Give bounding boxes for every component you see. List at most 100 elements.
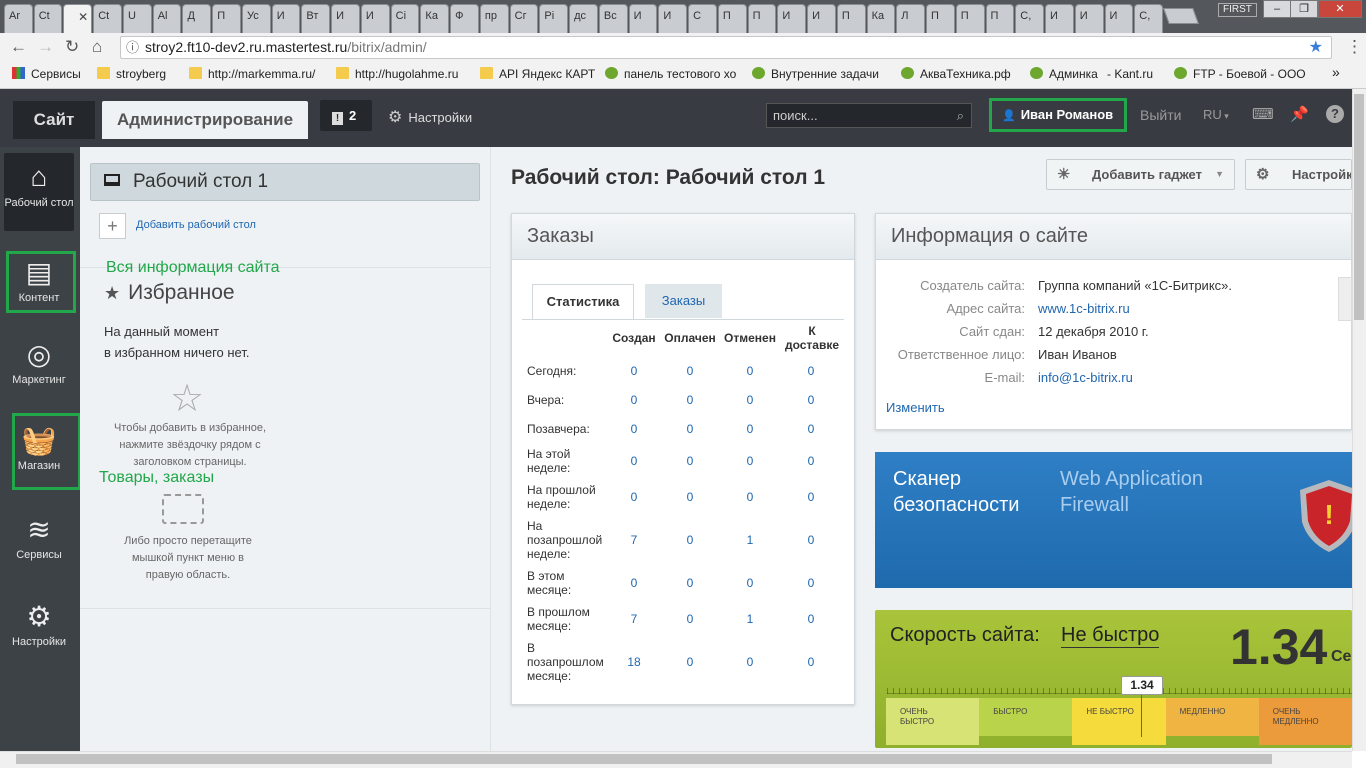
- bookmark-item[interactable]: - Kant.ru: [1107, 67, 1153, 81]
- orders-cell[interactable]: 0: [735, 454, 765, 468]
- browser-tab[interactable]: С,: [1134, 4, 1163, 33]
- orders-cell[interactable]: 18: [619, 655, 649, 669]
- speed-verdict-link[interactable]: Не быстро: [1061, 624, 1160, 648]
- orders-cell[interactable]: 0: [796, 364, 826, 378]
- browser-tab[interactable]: Al: [152, 4, 182, 33]
- menu-item-marketing[interactable]: ◎ Маркетинг: [4, 338, 74, 386]
- browser-tab[interactable]: И: [777, 4, 807, 33]
- user-menu[interactable]: 👤 Иван Романов: [989, 98, 1127, 132]
- desktop-selector[interactable]: Рабочий стол 1: [90, 163, 480, 201]
- browser-tab[interactable]: И: [331, 4, 360, 33]
- language-select[interactable]: RU ▾: [1203, 107, 1229, 122]
- orders-cell[interactable]: 1: [735, 533, 765, 547]
- new-tab-button[interactable]: [1163, 8, 1199, 24]
- logout-link[interactable]: Выйти: [1140, 107, 1181, 123]
- info-scrollbar[interactable]: [1338, 277, 1352, 321]
- edit-site-info-link[interactable]: Изменить: [886, 400, 945, 415]
- browser-tab[interactable]: Ус: [241, 4, 271, 33]
- forward-icon[interactable]: →: [37, 37, 54, 57]
- orders-cell[interactable]: 0: [675, 490, 705, 504]
- bookmark-item[interactable]: http://hugolahme.ru: [336, 67, 458, 81]
- notifications-button[interactable]: ! 2: [320, 100, 372, 131]
- orders-cell[interactable]: 0: [796, 576, 826, 590]
- profile-badge[interactable]: FIRST: [1218, 3, 1257, 17]
- browser-tab[interactable]: Л: [896, 4, 926, 33]
- bookmark-star-icon[interactable]: ★: [1309, 37, 1323, 58]
- browser-tab[interactable]: Ка: [420, 4, 450, 33]
- orders-cell[interactable]: 0: [675, 655, 705, 669]
- search-icon[interactable]: ⌕: [957, 104, 964, 127]
- minimize-button[interactable]: –: [1263, 0, 1291, 18]
- home-icon[interactable]: ⌂: [92, 37, 102, 57]
- orders-cell[interactable]: 0: [735, 393, 765, 407]
- orders-cell[interactable]: 7: [619, 533, 649, 547]
- info-icon[interactable]: ⓘ: [126, 37, 139, 58]
- browser-tab[interactable]: П: [926, 4, 955, 33]
- orders-cell[interactable]: 0: [796, 612, 826, 626]
- orders-gadget-header[interactable]: Заказы: [512, 214, 854, 260]
- bookmarks-more[interactable]: »: [1332, 64, 1340, 80]
- orders-cell[interactable]: 0: [796, 422, 826, 436]
- browser-tab[interactable]: Ф: [450, 4, 479, 33]
- header-settings-button[interactable]: ⚙ Настройки: [388, 107, 472, 127]
- orders-cell[interactable]: 0: [796, 454, 826, 468]
- browser-tab[interactable]: Ct: [93, 4, 122, 33]
- bookmark-item[interactable]: АкваТехника.рф: [901, 67, 1011, 81]
- orders-cell[interactable]: 0: [735, 422, 765, 436]
- browser-tab[interactable]: Ка: [866, 4, 896, 33]
- tab-site[interactable]: Сайт: [13, 101, 95, 139]
- browser-menu-icon[interactable]: ⋮: [1346, 37, 1363, 57]
- orders-cell[interactable]: 0: [675, 364, 705, 378]
- orders-cell[interactable]: 0: [735, 655, 765, 669]
- browser-tab[interactable]: П: [747, 4, 777, 33]
- browser-tab[interactable]: П: [212, 4, 241, 33]
- bookmark-item[interactable]: Сервисы: [12, 67, 81, 81]
- pin-icon[interactable]: 📌: [1290, 105, 1309, 123]
- browser-tab[interactable]: пр: [479, 4, 509, 33]
- bookmark-item[interactable]: Админка: [1030, 67, 1098, 81]
- orders-cell[interactable]: 0: [619, 490, 649, 504]
- browser-tab[interactable]: Сг: [509, 4, 539, 33]
- orders-cell[interactable]: 0: [735, 576, 765, 590]
- browser-tab[interactable]: С: [688, 4, 717, 33]
- browser-tab[interactable]: Вс: [598, 4, 628, 33]
- help-icon[interactable]: ?: [1326, 105, 1344, 123]
- browser-tab[interactable]: П: [955, 4, 985, 33]
- horizontal-scroll-thumb[interactable]: [16, 754, 1272, 764]
- orders-cell[interactable]: 0: [796, 393, 826, 407]
- orders-cell[interactable]: 0: [735, 364, 765, 378]
- info-link[interactable]: www.1c-bitrix.ru: [1038, 301, 1130, 316]
- browser-tab[interactable]: С,: [1015, 4, 1045, 33]
- site-info-header[interactable]: Информация о сайте: [876, 214, 1351, 260]
- browser-tab[interactable]: И: [271, 4, 301, 33]
- tab-statistics[interactable]: Статистика: [532, 284, 634, 320]
- orders-cell[interactable]: 0: [675, 393, 705, 407]
- browser-tab[interactable]: Рі: [539, 4, 569, 33]
- orders-cell[interactable]: 0: [796, 533, 826, 547]
- orders-cell[interactable]: 0: [796, 490, 826, 504]
- orders-cell[interactable]: 0: [735, 490, 765, 504]
- tab-orders[interactable]: Заказы: [645, 284, 722, 318]
- browser-tab[interactable]: U: [122, 4, 152, 33]
- orders-cell[interactable]: 0: [675, 576, 705, 590]
- browser-tab[interactable]: Д: [182, 4, 212, 33]
- tab-administration[interactable]: Администрирование: [102, 101, 308, 139]
- maximize-button[interactable]: ❐: [1290, 0, 1318, 18]
- bookmark-item[interactable]: stroyberg: [97, 67, 166, 81]
- add-desktop-link[interactable]: Добавить рабочий стол: [136, 219, 256, 231]
- browser-tab[interactable]: П: [836, 4, 866, 33]
- browser-tab[interactable]: И: [1074, 4, 1104, 33]
- browser-tab[interactable]: И: [628, 4, 658, 33]
- add-desktop-button[interactable]: +: [99, 213, 126, 239]
- browser-tab[interactable]: И: [360, 4, 390, 33]
- close-window-button[interactable]: ✕: [1318, 0, 1362, 18]
- close-tab-icon[interactable]: ✕: [78, 10, 88, 24]
- orders-cell[interactable]: 0: [796, 655, 826, 669]
- orders-cell[interactable]: 7: [619, 612, 649, 626]
- bookmark-item[interactable]: FTP - Боевой - ООО: [1174, 67, 1306, 81]
- browser-tab[interactable]: П: [717, 4, 747, 33]
- browser-tab[interactable]: дс: [569, 4, 598, 33]
- browser-tab[interactable]: Сі: [390, 4, 420, 33]
- orders-cell[interactable]: 0: [619, 454, 649, 468]
- orders-cell[interactable]: 0: [675, 612, 705, 626]
